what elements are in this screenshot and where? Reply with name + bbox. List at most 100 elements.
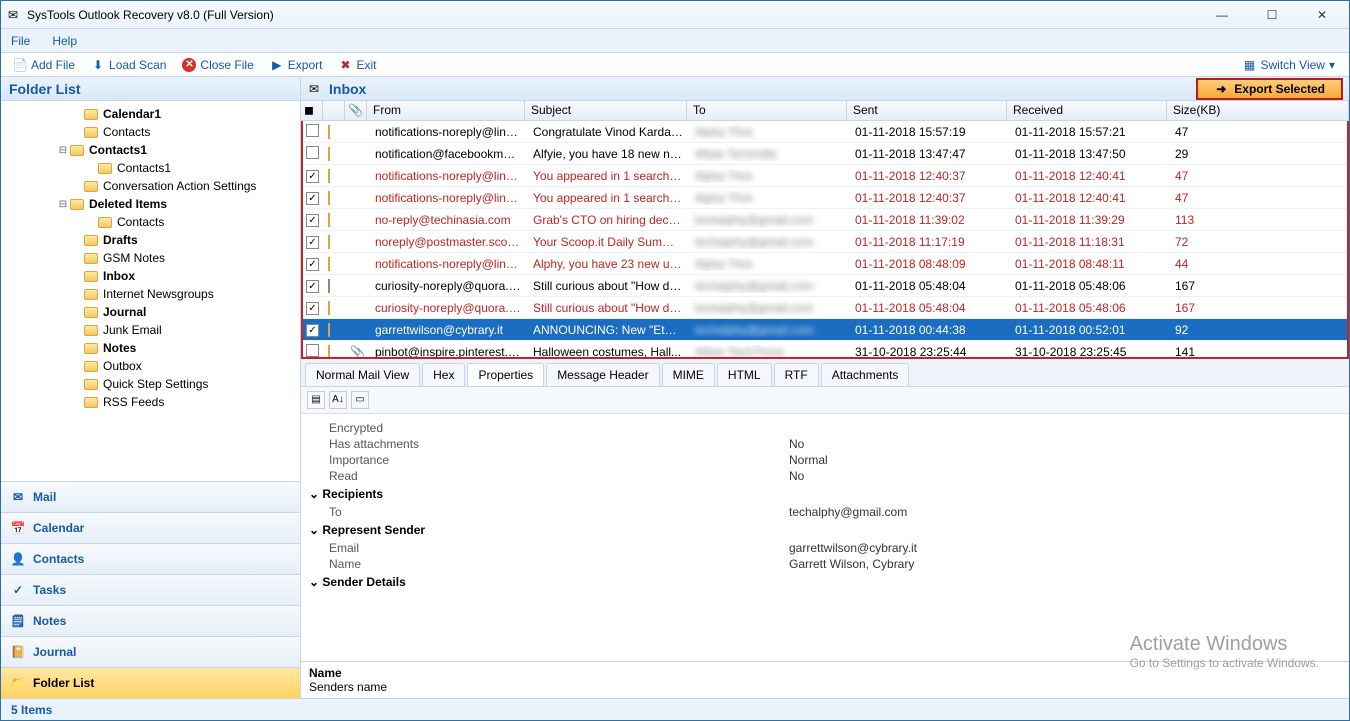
maximize-button[interactable]: ☐	[1255, 5, 1289, 25]
row-checkbox[interactable]	[306, 124, 319, 137]
row-checkbox[interactable]: ✓	[306, 258, 319, 271]
tab-mime[interactable]: MIME	[662, 363, 715, 386]
row-checkbox[interactable]: ✓	[306, 280, 319, 293]
status-bar: 5 Items	[1, 698, 1349, 720]
nav-journal[interactable]: 📔Journal	[1, 636, 300, 667]
menu-help[interactable]: Help	[52, 34, 77, 48]
row-checkbox[interactable]: ✓	[306, 170, 319, 183]
props-sort-icon[interactable]: A↓	[329, 391, 347, 409]
cell-to: techalphy@gmail.com	[689, 323, 849, 337]
tab-normal-mail-view[interactable]: Normal Mail View	[305, 363, 420, 386]
prop-row: Emailgarrettwilson@cybrary.it	[309, 540, 1341, 556]
table-row[interactable]: ✓notifications-noreply@linke...Alphy, yo…	[303, 253, 1347, 275]
tree-item[interactable]: GSM Notes	[1, 249, 300, 267]
add-file-button[interactable]: 📄Add File	[7, 58, 81, 72]
col-check[interactable]: ◼	[301, 101, 323, 120]
col-to[interactable]: To	[687, 101, 847, 120]
minimize-button[interactable]: —	[1205, 5, 1239, 25]
cell-to: Alphy Thre	[689, 191, 849, 205]
table-row[interactable]: ✓notifications-noreply@linke...You appea…	[303, 165, 1347, 187]
prop-group[interactable]: ⌄ Recipients	[309, 484, 1341, 504]
switch-view-icon: ▦	[1242, 58, 1256, 72]
nav-mail[interactable]: ✉Mail	[1, 481, 300, 512]
tree-item[interactable]: Calendar1	[1, 105, 300, 123]
nav-calendar[interactable]: 📅Calendar	[1, 512, 300, 543]
tree-item[interactable]: Junk Email	[1, 321, 300, 339]
props-pages-icon[interactable]: ▭	[351, 391, 369, 409]
tree-item[interactable]: Contacts	[1, 123, 300, 141]
row-checkbox[interactable]: ✓	[306, 214, 319, 227]
cell-from: notification@facebookmail....	[369, 147, 527, 161]
folder-tree[interactable]: Calendar1 Contacts ⊟Contacts1 Contacts1 Conv…	[1, 101, 300, 481]
nav-notes[interactable]: 🗒Notes	[1, 605, 300, 636]
nav-tasks[interactable]: ✓Tasks	[1, 574, 300, 605]
col-size[interactable]: Size(KB)	[1167, 101, 1349, 120]
tree-expander-icon[interactable]: ⊟	[57, 145, 69, 156]
tree-expander-icon[interactable]: ⊟	[57, 199, 69, 210]
chevron-down-icon: ⌄	[309, 523, 322, 537]
inbox-icon: ✉	[307, 82, 321, 96]
table-row[interactable]: ✓garrettwilson@cybrary.itANNOUNCING: New…	[303, 319, 1347, 341]
tree-item[interactable]: Inbox	[1, 267, 300, 285]
row-checkbox[interactable]	[306, 146, 319, 159]
close-file-button[interactable]: ✕Close File	[176, 58, 259, 72]
tree-item[interactable]: Outbox	[1, 357, 300, 375]
row-checkbox[interactable]: ✓	[306, 236, 319, 249]
grid-body[interactable]: notifications-noreply@linke...Congratula…	[301, 121, 1349, 359]
nav-icon: 📁	[11, 676, 25, 690]
tree-item[interactable]: Contacts1	[1, 159, 300, 177]
properties-panel[interactable]: EncryptedHas attachmentsNoImportanceNorm…	[301, 414, 1349, 662]
col-subject[interactable]: Subject	[525, 101, 687, 120]
cal-icon	[83, 107, 99, 121]
table-row[interactable]: ✓no-reply@techinasia.comGrab's CTO on hi…	[303, 209, 1347, 231]
switch-view-button[interactable]: ▦Switch View ▾	[1234, 58, 1343, 72]
tree-item[interactable]: ⊟Deleted Items	[1, 195, 300, 213]
row-checkbox[interactable]: ✓	[306, 302, 319, 315]
tree-item[interactable]: Notes	[1, 339, 300, 357]
nav-folder-list[interactable]: 📁Folder List	[1, 667, 300, 698]
fldr-icon	[83, 377, 99, 391]
props-categorize-icon[interactable]: ▤	[307, 391, 325, 409]
menu-file[interactable]: File	[11, 34, 30, 48]
close-button[interactable]: ✕	[1305, 5, 1339, 25]
col-received[interactable]: Received	[1007, 101, 1167, 120]
load-scan-button[interactable]: ⬇Load Scan	[85, 58, 172, 72]
table-row[interactable]: notification@facebookmail....Alfyie, you…	[303, 143, 1347, 165]
row-checkbox[interactable]: ✓	[306, 192, 319, 205]
row-checkbox[interactable]	[306, 344, 319, 357]
tree-label: Junk Email	[103, 323, 162, 337]
tab-attachments[interactable]: Attachments	[821, 363, 910, 386]
tree-item[interactable]: ⊟Contacts1	[1, 141, 300, 159]
name-box: Name Senders name	[301, 661, 1349, 698]
table-row[interactable]: ✓curiosity-noreply@quora.comStill curiou…	[303, 297, 1347, 319]
tree-item[interactable]: Drafts	[1, 231, 300, 249]
tab-message-header[interactable]: Message Header	[546, 363, 659, 386]
tree-item[interactable]: Conversation Action Settings	[1, 177, 300, 195]
tab-hex[interactable]: Hex	[422, 363, 465, 386]
table-row[interactable]: ✓notifications-noreply@linke...You appea…	[303, 187, 1347, 209]
col-sent[interactable]: Sent	[847, 101, 1007, 120]
table-row[interactable]: notifications-noreply@linke...Congratula…	[303, 121, 1347, 143]
table-row[interactable]: ✓noreply@postmaster.scoop.itYour Scoop.i…	[303, 231, 1347, 253]
export-button[interactable]: ▶Export	[264, 58, 329, 72]
tree-item[interactable]: Internet Newsgroups	[1, 285, 300, 303]
tree-item[interactable]: Quick Step Settings	[1, 375, 300, 393]
export-selected-button[interactable]: ➜ Export Selected	[1196, 78, 1343, 100]
prop-group[interactable]: ⌄ Represent Sender	[309, 520, 1341, 540]
tab-properties[interactable]: Properties	[467, 363, 544, 386]
exit-button[interactable]: ✖Exit	[332, 58, 382, 72]
tree-label: Contacts	[103, 125, 150, 139]
col-attach: 📎	[345, 101, 367, 120]
tree-label: Contacts1	[117, 161, 171, 175]
row-checkbox[interactable]: ✓	[306, 324, 319, 337]
tree-item[interactable]: RSS Feeds	[1, 393, 300, 411]
table-row[interactable]: ✓curiosity-noreply@quora.comStill curiou…	[303, 275, 1347, 297]
tab-rtf[interactable]: RTF	[774, 363, 819, 386]
tab-html[interactable]: HTML	[717, 363, 772, 386]
tree-item[interactable]: Contacts	[1, 213, 300, 231]
tree-item[interactable]: Journal	[1, 303, 300, 321]
nav-contacts[interactable]: 👤Contacts	[1, 543, 300, 574]
table-row[interactable]: 📎pinbot@inspire.pinterest.comHalloween c…	[303, 341, 1347, 359]
prop-group[interactable]: ⌄ Sender Details	[309, 572, 1341, 592]
col-from[interactable]: From	[367, 101, 525, 120]
